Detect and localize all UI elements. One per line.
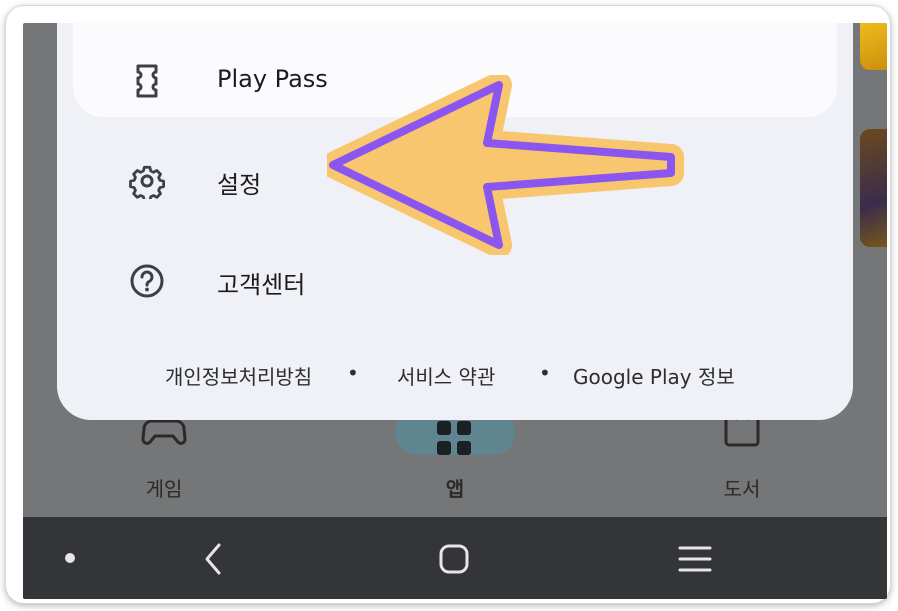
app-thumbnail[interactable] (860, 23, 887, 70)
menu-label-help-center: 고객센터 (217, 271, 306, 299)
account-menu-sheet: Play Pass 설정 고객센터 개인정보처리방침 • 서비스 약관 • Go… (57, 23, 853, 420)
footer-separator: • (539, 361, 551, 385)
app-thumbnail[interactable] (860, 129, 887, 247)
back-button[interactable] (199, 541, 229, 577)
footer-links: 개인정보처리방침 • 서비스 약관 • Google Play 정보 (57, 355, 853, 395)
recent-apps-button[interactable] (677, 542, 713, 576)
menu-label-settings: 설정 (217, 171, 262, 199)
terms-of-service-link[interactable]: 서비스 약관 (397, 361, 495, 390)
annotation-arrow (327, 75, 684, 255)
nav-label-books: 도서 (723, 477, 761, 501)
nav-label-apps: 앱 (445, 477, 465, 501)
gear-icon (129, 165, 165, 199)
system-navigation-bar (23, 517, 887, 599)
ticket-icon (136, 64, 158, 98)
menu-item-help-center[interactable]: 고객센터 (57, 251, 853, 311)
screenshot-frame: 게임 앱 도서 Play Pass 설정 고객센터 개인정보처리방침 • 서비스… (6, 6, 890, 603)
menu-label-play-pass: Play Pass (217, 65, 328, 93)
dot-indicator-icon (65, 553, 75, 563)
apps-grid-icon (437, 421, 471, 455)
nav-label-games: 게임 (145, 477, 183, 501)
phone-screen: 게임 앱 도서 Play Pass 설정 고객센터 개인정보처리방침 • 서비스… (23, 23, 887, 599)
home-button[interactable] (437, 542, 471, 576)
about-google-play-link[interactable]: Google Play 정보 (573, 361, 735, 390)
footer-separator: • (347, 361, 359, 385)
help-circle-icon (130, 264, 164, 298)
privacy-policy-link[interactable]: 개인정보처리방침 (165, 361, 312, 390)
